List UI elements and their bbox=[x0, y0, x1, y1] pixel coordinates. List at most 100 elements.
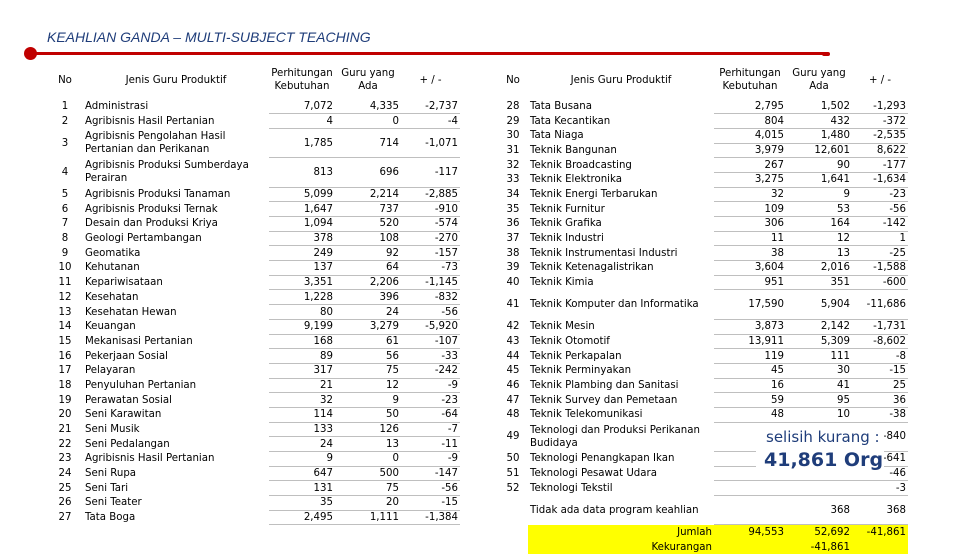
cell-selisih: -56 bbox=[401, 480, 460, 497]
cell-no: 29 bbox=[506, 115, 520, 127]
cell-jenis: Teknik Perkapalan bbox=[530, 350, 622, 362]
cell-selisih: -33 bbox=[401, 348, 460, 364]
header-kebutuhan-line1: Perhitungan bbox=[271, 68, 333, 79]
table-row: 27 Tata Boga 2,495 1,111 -1,384 bbox=[47, 510, 460, 526]
cell-jenis: Agribisnis Produksi Tanaman bbox=[85, 189, 231, 200]
cell-ada: 30 bbox=[786, 363, 852, 379]
table-row: Tidak ada data program keahlian 368 368 bbox=[498, 495, 908, 526]
header-kebutuhan-line1: Perhitungan bbox=[719, 68, 781, 79]
cell-selisih: -23 bbox=[852, 187, 908, 203]
cell-ada: 24 bbox=[335, 304, 401, 320]
cell-no: 13 bbox=[58, 306, 72, 318]
cell-kebutuhan: 32 bbox=[269, 392, 335, 408]
cell-no: 44 bbox=[506, 350, 520, 362]
table-row: 20 Seni Karawitan 114 50 -64 bbox=[47, 407, 460, 423]
table-row: 13 Kesehatan Hewan 80 24 -56 bbox=[47, 304, 460, 320]
cell-kebutuhan: 3,979 bbox=[714, 143, 786, 159]
cell-kebutuhan: 5,099 bbox=[269, 187, 335, 203]
total-row-jumlah: Jumlah 94,553 52,692 -41,861 bbox=[498, 524, 908, 540]
header-no: No bbox=[506, 74, 520, 86]
total-jumlah-ada: 52,692 bbox=[786, 524, 852, 540]
cell-kebutuhan bbox=[714, 495, 786, 526]
cell-kebutuhan: 951 bbox=[714, 275, 786, 291]
cell-jenis: Seni Pedalangan bbox=[85, 438, 170, 450]
cell-jenis: Teknologi Penangkapan Ikan bbox=[530, 453, 675, 465]
total-kekurangan-ada: -41,861 bbox=[786, 539, 852, 554]
cell-ada: 5,904 bbox=[786, 289, 852, 320]
cell-selisih: 368 bbox=[852, 495, 908, 526]
cell-no: 43 bbox=[506, 335, 520, 347]
cell-kebutuhan: 11 bbox=[714, 231, 786, 247]
table-row: 23 Agribisnis Hasil Pertanian 9 0 -9 bbox=[47, 451, 460, 467]
totals-body: Jumlah 94,553 52,692 -41,861 Kekurangan … bbox=[498, 524, 908, 554]
cell-kebutuhan: 4 bbox=[269, 113, 335, 129]
header-selisih: + / - bbox=[868, 74, 892, 86]
cell-no: 18 bbox=[58, 379, 72, 391]
table-row: 42 Teknik Mesin 3,873 2,142 -1,731 bbox=[498, 319, 908, 335]
cell-no: 39 bbox=[506, 262, 520, 274]
cell-selisih: -2,535 bbox=[852, 128, 908, 144]
cell-jenis: Teknik Industri bbox=[530, 233, 604, 245]
cell-jenis: Tata Boga bbox=[85, 512, 136, 524]
cell-no: 9 bbox=[61, 247, 69, 259]
header-selisih: + / - bbox=[419, 74, 442, 86]
table-row: 2 Agribisnis Hasil Pertanian 4 0 -4 bbox=[47, 113, 460, 129]
table-row: 22 Seni Pedalangan 24 13 -11 bbox=[47, 436, 460, 453]
cell-no: 4 bbox=[61, 166, 69, 178]
cell-selisih: -107 bbox=[401, 334, 460, 350]
cell-no: 28 bbox=[506, 100, 520, 112]
cell-kebutuhan: 131 bbox=[269, 480, 335, 497]
cell-jenis: Teknologi Pesawat Udara bbox=[530, 468, 657, 480]
header-ada-line1: Guru yang bbox=[341, 68, 395, 79]
cell-no: 14 bbox=[58, 321, 72, 333]
cell-no: 52 bbox=[506, 482, 520, 494]
table-row: 30 Tata Niaga 4,015 1,480 -2,535 bbox=[498, 128, 908, 144]
table-row: 52 Teknologi Tekstil -3 bbox=[498, 480, 908, 497]
table-row: 41 Teknik Komputer dan Informatika 17,590 5… bbox=[498, 289, 908, 320]
cell-ada: 520 bbox=[335, 216, 401, 232]
header-ada: Guru yang Ada bbox=[786, 61, 852, 99]
cell-selisih: -1,071 bbox=[401, 128, 460, 159]
cell-ada: 9 bbox=[786, 187, 852, 203]
cell-jenis: Teknik Kimia bbox=[530, 277, 594, 289]
cell-kebutuhan: 45 bbox=[714, 363, 786, 379]
cell-ada: 396 bbox=[335, 289, 401, 306]
cell-ada: 95 bbox=[786, 392, 852, 408]
title-underline bbox=[28, 52, 828, 55]
cell-ada: 0 bbox=[335, 113, 401, 129]
cell-selisih: -5,920 bbox=[401, 319, 460, 335]
total-kekurangan-kebutuhan bbox=[714, 539, 786, 554]
cell-jenis: Tata Kecantikan bbox=[530, 115, 611, 127]
cell-jenis: Pelayaran bbox=[85, 365, 136, 377]
cell-no: 31 bbox=[506, 144, 520, 156]
table-row: 18 Penyuluhan Pertanian 21 12 -9 bbox=[47, 378, 460, 394]
cell-jenis: Kesehatan bbox=[85, 291, 139, 303]
cell-selisih: -574 bbox=[401, 216, 460, 232]
cell-selisih: -23 bbox=[401, 392, 460, 408]
cell-kebutuhan: 168 bbox=[269, 334, 335, 350]
cell-ada: 12 bbox=[786, 231, 852, 247]
cell-no: 51 bbox=[506, 468, 520, 480]
cell-kebutuhan: 119 bbox=[714, 348, 786, 364]
cell-jenis: Kepariwisataan bbox=[85, 277, 163, 289]
callout-label: selisih kurang : bbox=[766, 428, 880, 446]
table-row: 8 Geologi Pertambangan 378 108 -270 bbox=[47, 231, 460, 247]
cell-jenis: Teknologi Tekstil bbox=[530, 482, 613, 494]
cell-kebutuhan: 35 bbox=[269, 495, 335, 511]
cell-ada: 12,601 bbox=[786, 143, 852, 159]
cell-no: 27 bbox=[58, 512, 72, 524]
cell-jenis: Teknik Perminyakan bbox=[530, 365, 632, 377]
cell-selisih: -2,737 bbox=[401, 99, 460, 115]
cell-kebutuhan: 804 bbox=[714, 113, 786, 129]
header-jenis: Jenis Guru Produktif bbox=[125, 74, 227, 86]
cell-ada: 351 bbox=[786, 275, 852, 291]
header-jenis: Jenis Guru Produktif bbox=[570, 74, 672, 86]
cell-ada: 13 bbox=[335, 436, 401, 453]
table-row: 34 Teknik Energi Terbarukan 32 9 -23 bbox=[498, 187, 908, 203]
cell-no: 12 bbox=[58, 291, 72, 303]
cell-no: 50 bbox=[506, 453, 520, 465]
cell-no: 33 bbox=[506, 174, 520, 186]
cell-jenis: Teknik Telekomunikasi bbox=[530, 409, 643, 421]
cell-ada: 61 bbox=[335, 334, 401, 350]
cell-ada: 2,142 bbox=[786, 319, 852, 335]
